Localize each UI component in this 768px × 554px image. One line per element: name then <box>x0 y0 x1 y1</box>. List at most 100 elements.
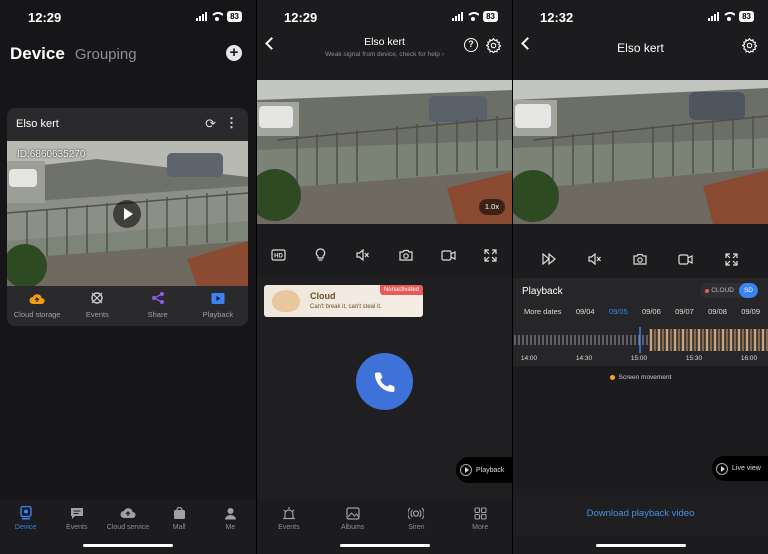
legend-label: Screen movement <box>618 374 672 381</box>
nav-events[interactable]: Events <box>257 506 321 554</box>
fast-forward-icon[interactable] <box>542 252 558 266</box>
mute-icon[interactable] <box>587 252 603 266</box>
date-item[interactable]: 09/09 <box>741 307 760 316</box>
nav-cloud-service-label: Cloud service <box>106 524 150 531</box>
zoom-level-button[interactable]: 1.0x <box>479 199 505 215</box>
play-button[interactable] <box>113 200 141 228</box>
cloud-storage-label: Cloud storage <box>13 310 61 319</box>
light-bulb-icon[interactable] <box>313 248 329 262</box>
share-icon <box>150 291 166 305</box>
nav-me[interactable]: Me <box>205 506 256 554</box>
playback-label: Playback <box>202 310 234 319</box>
live-view-label: Live view <box>732 465 761 472</box>
events-icon <box>281 506 297 520</box>
person-icon <box>222 506 238 520</box>
home-indicator <box>83 544 173 547</box>
home-indicator <box>595 544 686 547</box>
date-item[interactable]: 09/08 <box>708 307 727 316</box>
tab-grouping[interactable]: Grouping <box>75 46 137 63</box>
phone-icon <box>374 372 394 392</box>
add-device-button[interactable]: + <box>226 45 242 61</box>
hd-icon[interactable]: HD <box>270 248 286 262</box>
home-indicator <box>339 544 430 547</box>
storage-switch: CLOUD SD <box>700 283 758 298</box>
record-icon[interactable] <box>678 252 694 266</box>
albums-icon <box>345 506 361 520</box>
live-view-screen: 12:29 83 Elso kert Weak signal from devi… <box>257 0 512 554</box>
device-id: ID:6860635270 <box>17 149 86 160</box>
status-time: 12:29 <box>28 10 62 25</box>
cloud-promo-banner[interactable]: Cloud Can't break it, can't steal it. No… <box>264 285 423 317</box>
settings-gear-icon[interactable] <box>741 37 758 58</box>
storage-sd-option[interactable]: SD <box>738 283 758 298</box>
playback-title: Playback <box>522 286 563 297</box>
playback-controls <box>513 252 768 266</box>
settings-gear-icon[interactable] <box>485 37 502 58</box>
fullscreen-icon[interactable] <box>483 248 499 262</box>
battery-icon: 83 <box>483 11 498 22</box>
mute-icon[interactable] <box>355 248 371 262</box>
events-icon <box>89 291 105 305</box>
status-bar: 12:32 83 <box>513 0 768 34</box>
fullscreen-icon[interactable] <box>723 252 739 266</box>
more-options-icon[interactable]: ⋮ <box>225 115 238 131</box>
page-title: Elso kert <box>617 41 664 55</box>
timeline-label: 14:00 <box>520 355 538 362</box>
date-item-active[interactable]: 09/05 <box>609 307 628 316</box>
share-button[interactable]: Share <box>128 291 188 319</box>
date-item[interactable]: 09/06 <box>642 307 661 316</box>
wifi-icon <box>467 12 480 21</box>
nav-more[interactable]: More <box>448 506 512 554</box>
storage-cloud-option[interactable]: CLOUD <box>700 283 739 298</box>
signal-icon <box>196 12 208 21</box>
nonactivated-badge: Nonactivated <box>379 285 423 295</box>
grid-icon <box>472 506 488 520</box>
help-icon[interactable]: ? <box>464 38 478 52</box>
reconnect-icon[interactable]: ⟳ <box>205 116 216 132</box>
tab-device[interactable]: Device <box>10 44 65 64</box>
status-time: 12:29 <box>284 10 318 25</box>
playback-video[interactable] <box>513 80 768 224</box>
nav-events-label: Events <box>66 524 88 531</box>
cloud-upload-icon <box>29 291 45 305</box>
timeline-label: 15:00 <box>630 355 648 362</box>
nav-siren-label: Siren <box>408 524 425 531</box>
cloud-mascot-icon <box>272 290 300 312</box>
play-circle-icon <box>460 464 472 476</box>
camera-icon[interactable] <box>398 248 414 262</box>
playback-toggle[interactable]: Playback <box>456 457 512 483</box>
playback-button[interactable]: Playback <box>188 291 248 319</box>
nav-device-label: Device <box>14 524 37 531</box>
date-item[interactable]: 09/07 <box>675 307 694 316</box>
call-button[interactable] <box>356 353 413 410</box>
date-selector: More dates 09/04 09/05 09/06 09/07 09/08… <box>524 307 760 316</box>
device-icon <box>18 506 34 520</box>
playback-timeline[interactable] <box>513 327 768 353</box>
weak-signal-link[interactable]: Weak signal from device, check for help … <box>257 51 512 58</box>
download-playback-button[interactable]: Download playback video <box>513 495 768 535</box>
message-icon <box>69 506 85 520</box>
timeline-legend: Screen movement <box>513 374 768 381</box>
battery-icon: 83 <box>227 11 242 22</box>
nav-more-label: More <box>472 524 489 531</box>
playback-screen: 12:32 83 Elso kert Playback CLOUD SD Mor… <box>513 0 768 554</box>
events-button[interactable]: Events <box>67 291 127 319</box>
nav-albums-label: Albums <box>340 524 365 531</box>
date-item[interactable]: 09/04 <box>576 307 595 316</box>
signal-icon <box>452 12 464 21</box>
cloud-storage-button[interactable]: Cloud storage <box>7 291 67 319</box>
timeline-labels: 14:00 14:30 15:00 15:30 16:00 <box>513 355 768 365</box>
playback-toggle-label: Playback <box>476 466 505 474</box>
camera-icon[interactable] <box>632 252 648 266</box>
nav-device[interactable]: Device <box>0 506 51 554</box>
device-card[interactable]: Elso kert ⟳ ⋮ ID:6860635270 Cloud storag… <box>7 108 248 326</box>
cloud-icon <box>120 506 136 520</box>
more-dates-button[interactable]: More dates <box>524 307 562 316</box>
live-video[interactable] <box>257 80 512 224</box>
record-icon[interactable] <box>440 248 456 262</box>
device-card-title: Elso kert <box>16 118 59 130</box>
playback-panel: Playback CLOUD SD More dates 09/04 09/05… <box>513 278 768 366</box>
live-view-toggle[interactable]: Live view <box>712 456 768 481</box>
wifi-icon <box>211 12 224 21</box>
device-list-screen: 12:29 83 Device Grouping + Elso kert ⟳ ⋮ <box>0 0 256 554</box>
